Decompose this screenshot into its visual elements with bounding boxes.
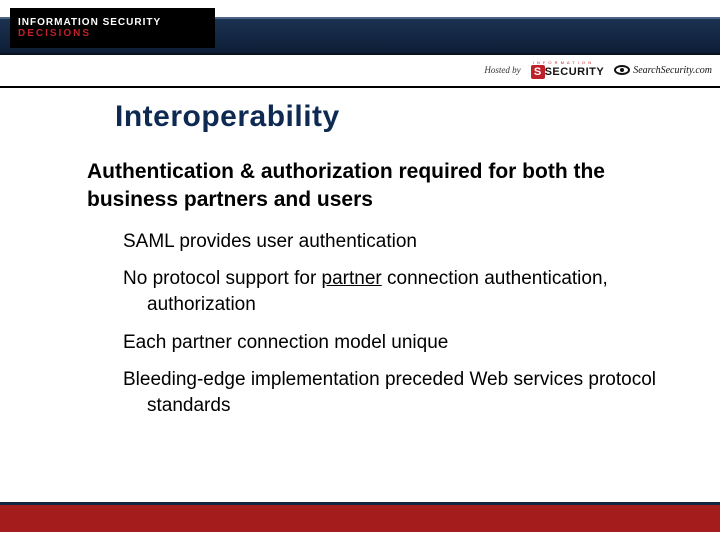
bullet-list: SAML provides user authentication No pro… — [123, 229, 680, 419]
logo-searchsec-text: SearchSecurity.com — [633, 65, 712, 76]
bullet-text: Each partner connection model unique — [123, 332, 448, 353]
header-divider — [0, 86, 720, 88]
hosted-by-row: Hosted by I N F O R M A T I O N S SECURI… — [484, 58, 712, 82]
bullet-item: SAML provides user authentication — [123, 229, 680, 255]
hosted-by-label: Hosted by — [484, 65, 520, 75]
content-area: Interoperability Authentication & author… — [0, 92, 720, 431]
bullet-text: SAML provides user authentication — [123, 231, 417, 252]
lead-text: Authentication & authorization required … — [87, 158, 680, 215]
bullet-text: No protocol support for — [123, 268, 322, 289]
bullet-text: Bleeding-edge implementation preceded We… — [123, 369, 656, 416]
brand-white: INFORMATION SECURITY — [18, 17, 161, 28]
brand-red: DECISIONS — [18, 28, 91, 39]
eye-icon — [614, 65, 630, 75]
bullet-item: Each partner connection model unique — [123, 330, 680, 356]
brand-badge: INFORMATION SECURITY DECISIONS — [10, 8, 215, 48]
slide: INFORMATION SECURITY DECISIONS Hosted by… — [0, 0, 720, 540]
bullet-item: No protocol support for partner connecti… — [123, 266, 680, 317]
logo-security-text: SECURITY — [545, 67, 605, 78]
slide-title: Interoperability — [115, 100, 680, 134]
information-security-logo: I N F O R M A T I O N S SECURITY — [531, 61, 605, 79]
bullet-underline: partner — [322, 268, 382, 289]
searchsecurity-logo: SearchSecurity.com — [614, 65, 712, 76]
brand-text: INFORMATION SECURITY DECISIONS — [18, 17, 207, 39]
footer-bar — [0, 502, 720, 532]
shield-s-icon: S — [531, 65, 545, 79]
bullet-item: Bleeding-edge implementation preceded We… — [123, 367, 680, 418]
